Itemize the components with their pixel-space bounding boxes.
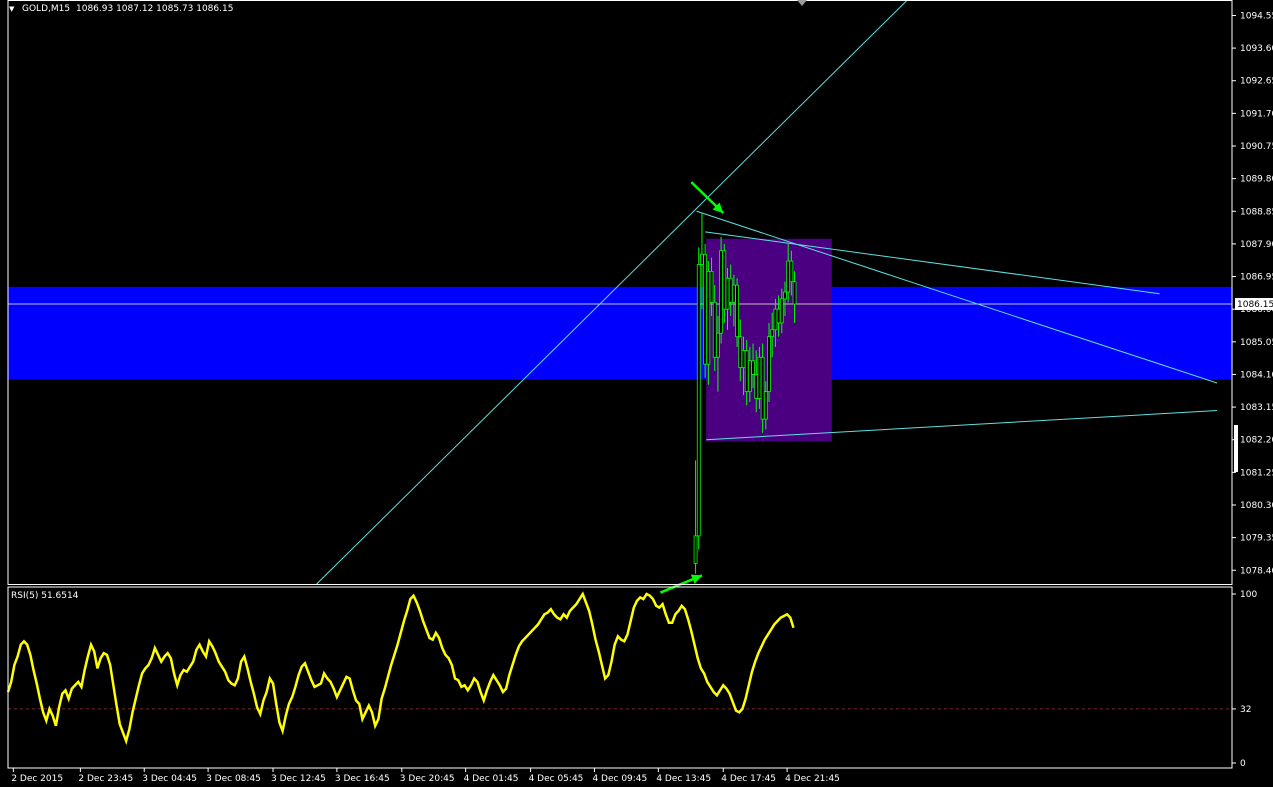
candle-body [789, 260, 794, 283]
time-tick-label: 4 Dec 17:45 [721, 774, 776, 784]
price-tick-label: 1089.80 [1240, 175, 1273, 185]
symbol-label: GOLD,M15 [22, 4, 70, 14]
candle-body [719, 250, 724, 334]
candle [693, 460, 698, 574]
time-tick-label: 3 Dec 20:45 [400, 774, 455, 784]
candle-body [770, 329, 775, 338]
candle-body [744, 349, 749, 393]
price-tick-label: 1080.30 [1240, 501, 1273, 511]
rsi-line [6, 591, 795, 746]
candle-body [760, 356, 765, 420]
ohlc-label: 1086.93 1087.12 1085.73 1086.15 [76, 4, 233, 14]
candle-body [773, 308, 778, 331]
candle-body [783, 291, 787, 300]
candle-body [716, 332, 720, 358]
time-tick-label: 3 Dec 16:45 [335, 774, 390, 784]
price-tick-label: 1091.70 [1240, 109, 1273, 119]
time-tick-label: 4 Dec 09:45 [592, 774, 647, 784]
candle-body [728, 277, 733, 303]
price-tick-label: 1083.15 [1240, 403, 1273, 413]
candle-body [731, 284, 736, 303]
time-tick-label: 2 Dec 2015 [11, 774, 63, 784]
candle-body [786, 260, 791, 293]
candle [719, 237, 724, 344]
price-tick-label: 1087.90 [1240, 240, 1273, 250]
candle [760, 343, 765, 433]
price-tick-label: 1085.05 [1240, 338, 1273, 348]
candle-body [735, 284, 739, 338]
time-tick-label: 3 Dec 08:45 [206, 774, 261, 784]
time-tick-label: 4 Dec 05:45 [529, 774, 584, 784]
arrow-2 [659, 574, 703, 594]
trading-chart: 1094.55 1093.60 1092.65 1091.70 1090.75 1089.… [6, 0, 1273, 784]
time-tick-label: 3 Dec 04:45 [142, 774, 197, 784]
support-zone [8, 286, 1232, 380]
candle-body [747, 360, 752, 393]
candle-body [779, 298, 784, 324]
rsi-tick-label: 32 [1240, 705, 1251, 715]
price-tick-label: 1090.75 [1240, 142, 1273, 152]
candle [735, 278, 739, 347]
price-tick-label: 1088.85 [1240, 207, 1273, 217]
candle-body [754, 374, 759, 399]
candle-body [767, 336, 771, 393]
rsi-tick-label: 100 [1240, 590, 1257, 600]
price-scale-handle[interactable] [1234, 425, 1238, 472]
time-tick-label: 3 Dec 12:45 [271, 774, 326, 784]
candle-body [693, 535, 698, 564]
candle-body [725, 277, 730, 310]
candle-body [706, 270, 711, 365]
price-tick-label: 1078.40 [1240, 566, 1273, 576]
candle-body [776, 308, 781, 324]
candle-body [738, 336, 743, 368]
axes: 1094.55 1093.60 1092.65 1091.70 1090.75 1089.… [11, 11, 1273, 784]
price-tick-label: 1079.35 [1240, 534, 1273, 544]
candle-body [751, 360, 755, 375]
price-tick-label: 1093.60 [1240, 44, 1273, 54]
rsi-pane-frame [7, 586, 1233, 769]
time-tick-label: 2 Dec 23:45 [78, 774, 133, 784]
candle-body [712, 301, 717, 358]
current-price-label: 1086.15 [1237, 300, 1273, 310]
candle [696, 247, 701, 550]
candle-body [757, 356, 762, 399]
candle-body [709, 270, 714, 303]
chart-frames [7, 0, 1233, 769]
price-tick-label: 1084.10 [1240, 370, 1273, 380]
price-tick-label: 1081.25 [1240, 468, 1273, 478]
price-tick-label: 1082.20 [1240, 436, 1273, 446]
price-tick-label: 1092.65 [1240, 77, 1273, 87]
candle-body [703, 253, 708, 365]
candle-body [696, 264, 701, 537]
candle-body [763, 391, 768, 420]
candle-body [722, 250, 727, 310]
price-pane [8, 0, 1232, 594]
time-tick-label: 4 Dec 01:45 [464, 774, 519, 784]
dropdown-icon[interactable]: ▼ [9, 5, 15, 13]
time-tick-label: 4 Dec 13:45 [656, 774, 711, 784]
candle-body [792, 281, 797, 305]
rsi-pane [6, 591, 1232, 746]
price-tick-label: 1086.95 [1240, 273, 1273, 283]
rsi-label: RSI(5) 51.6514 [11, 591, 79, 601]
price-tick-label: 1094.55 [1240, 11, 1273, 21]
rsi-tick-label: 0 [1240, 759, 1246, 769]
candle-body [700, 253, 704, 265]
scroll-marker-icon[interactable] [797, 0, 807, 6]
candle [703, 243, 708, 378]
candle-body [741, 349, 746, 368]
time-tick-label: 4 Dec 21:45 [785, 774, 840, 784]
